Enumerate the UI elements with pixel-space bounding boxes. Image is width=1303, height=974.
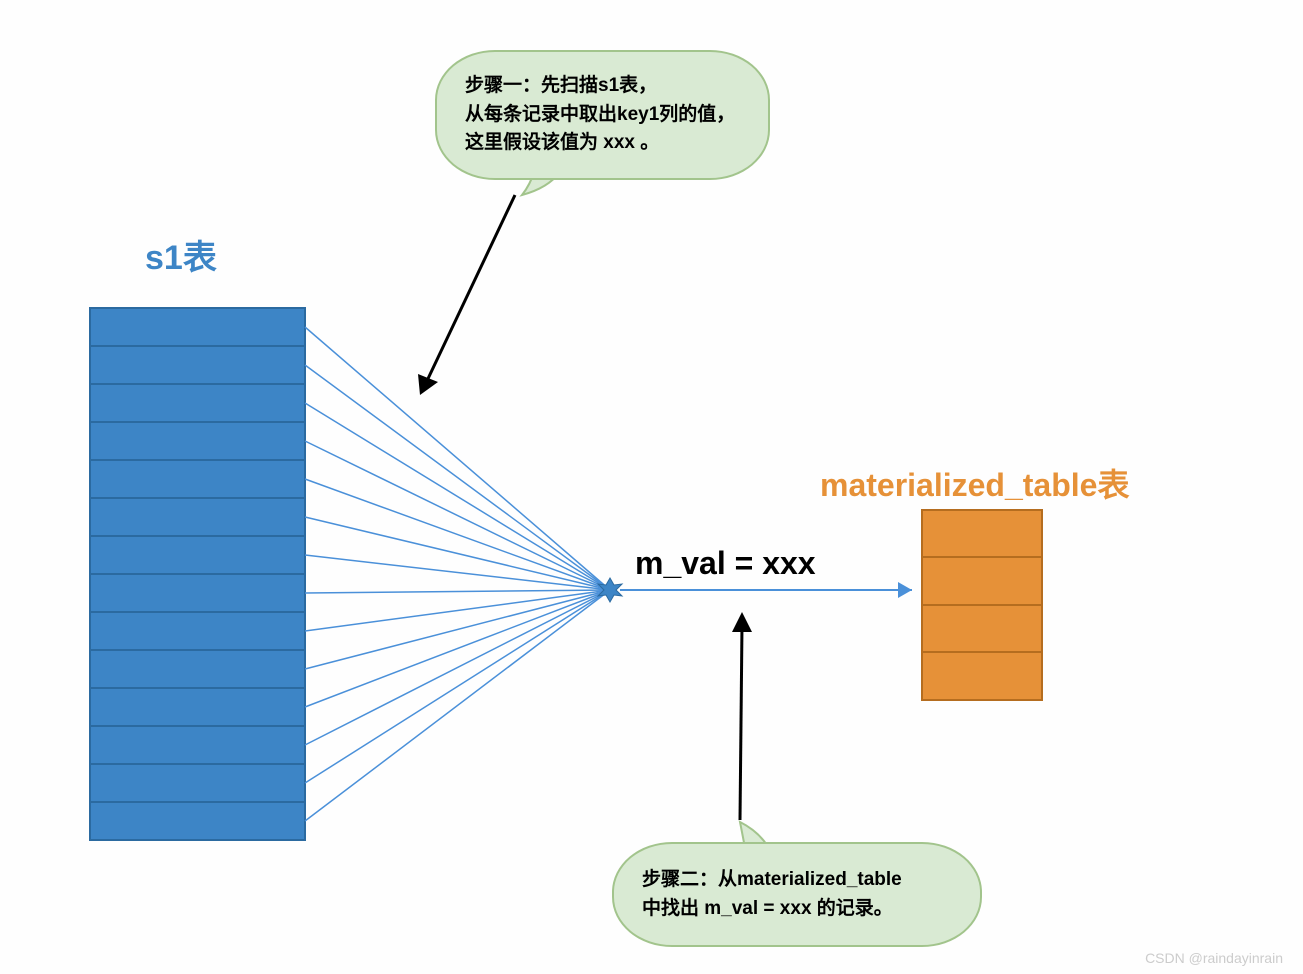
- callout-step1-line3: 这里假设该值为 xxx 。: [465, 129, 740, 158]
- converging-lines: [305, 327, 610, 821]
- arrow-to-materialized: [620, 582, 912, 598]
- callout-step2-line1: 步骤二：从materialized_table: [642, 866, 952, 895]
- callout-step1-line2: 从每条记录中取出key1列的值，: [465, 101, 740, 130]
- arrow-step2: [732, 612, 752, 820]
- materialized-table: [922, 510, 1042, 700]
- watermark: CSDN @raindayinrain: [1145, 950, 1283, 966]
- arrow-step1: [418, 195, 515, 395]
- callout-step1: 步骤一：先扫描s1表， 从每条记录中取出key1列的值， 这里假设该值为 xxx…: [435, 50, 770, 180]
- callout-step2-line2: 中找出 m_val = xxx 的记录。: [642, 895, 952, 924]
- callout-step2: 步骤二：从materialized_table 中找出 m_val = xxx …: [612, 842, 982, 947]
- m-val-label: m_val = xxx: [635, 545, 816, 582]
- callout-step1-line1: 步骤一：先扫描s1表，: [465, 72, 740, 101]
- materialized-table-label: materialized_table表: [820, 460, 1129, 506]
- s1-table-label: s1表: [145, 230, 217, 279]
- s1-table: [90, 308, 305, 840]
